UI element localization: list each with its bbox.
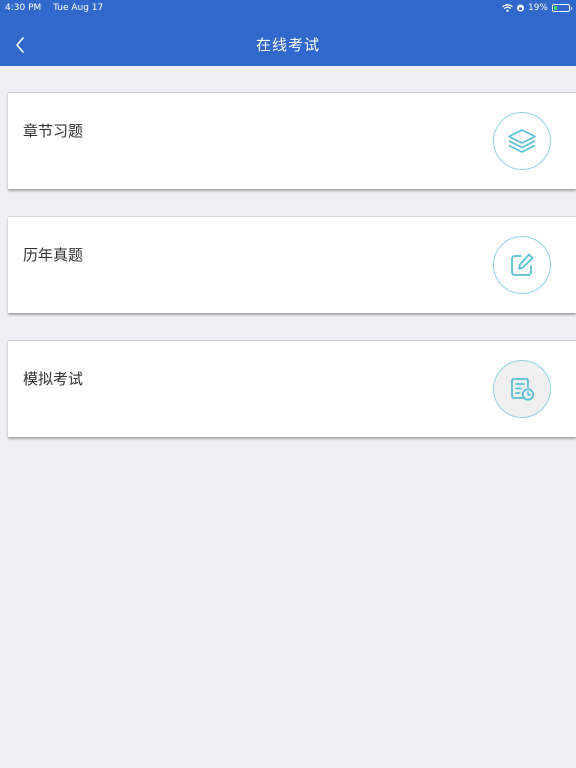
menu-item-label: 模拟考试 xyxy=(23,370,84,388)
edit-icon xyxy=(493,236,551,294)
status-bar: 4:30 PM Tue Aug 17 19% xyxy=(0,0,576,16)
menu-item-past-papers[interactable]: 历年真题 xyxy=(8,216,576,313)
battery-percentage: 19% xyxy=(527,3,548,13)
battery-icon xyxy=(552,4,572,12)
menu-item-mock-exam[interactable]: 模拟考试 xyxy=(8,340,576,437)
status-right: 19% xyxy=(498,0,572,16)
orientation-lock-icon xyxy=(516,4,524,12)
status-time: 4:30 PM xyxy=(5,3,42,13)
layers-icon xyxy=(493,112,551,170)
status-date: Tue Aug 17 xyxy=(53,3,104,13)
menu-item-label: 历年真题 xyxy=(23,246,84,264)
page-title: 在线考试 xyxy=(255,36,320,54)
wifi-icon xyxy=(502,4,513,12)
menu-item-label: 章节习题 xyxy=(23,122,84,140)
navigation-bar: 4:30 PM Tue Aug 17 19% 在线考试 xyxy=(0,0,576,66)
menu-item-chapter-exercises[interactable]: 章节习题 xyxy=(8,92,576,189)
exam-clock-icon xyxy=(493,360,551,418)
status-left: 4:30 PM Tue Aug 17 xyxy=(5,0,112,16)
battery-fill xyxy=(554,6,557,10)
